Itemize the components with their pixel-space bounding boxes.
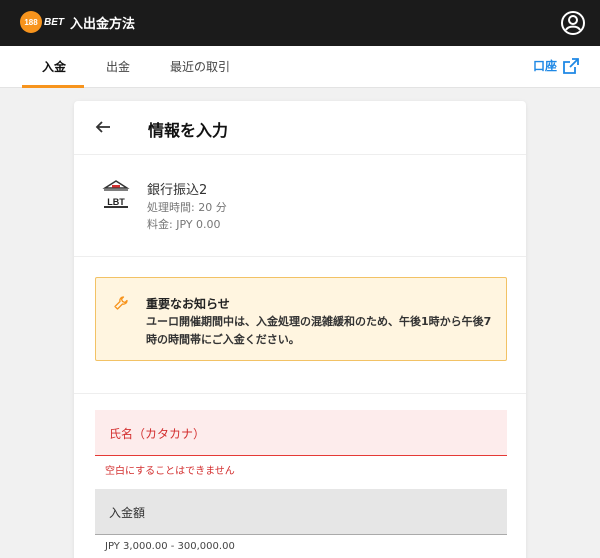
deposit-amount-input[interactable]: 入金額 xyxy=(95,489,507,535)
account-link[interactable]: 口座 xyxy=(533,57,579,74)
name-katakana-input[interactable]: 氏名（カタカナ） xyxy=(95,410,507,456)
back-arrow-icon[interactable] xyxy=(94,118,112,136)
important-notice: 重要なお知らせ ユーロ開催期間中は、入金処理の混雑緩和のため、午後1時から午後7… xyxy=(95,277,507,361)
card-header: 情報を入力 xyxy=(74,101,526,155)
card-title: 情報を入力 xyxy=(148,121,229,140)
payment-method: LBT 銀行振込2 処理時間: 20 分 料金: JPY 0.00 xyxy=(74,155,526,257)
name-error-message: 空白にすることはできません xyxy=(105,466,235,477)
wrench-icon xyxy=(114,296,128,310)
bank-icon-label: LBT xyxy=(107,197,125,207)
deposit-amount-range: JPY 3,000.00 - 300,000.00 xyxy=(105,541,235,552)
active-tab-indicator xyxy=(22,85,84,88)
top-bar: 188 BET 入出金方法 xyxy=(0,0,600,46)
tab-withdraw[interactable]: 出金 xyxy=(106,58,130,75)
logo-text: BET xyxy=(44,16,64,28)
external-link-icon xyxy=(563,57,579,74)
deposit-amount-label: 入金額 xyxy=(109,506,146,520)
tab-deposit[interactable]: 入金 xyxy=(42,58,66,75)
brand-logo[interactable]: 188 BET xyxy=(20,11,64,33)
account-link-label: 口座 xyxy=(533,59,558,73)
page-title: 入出金方法 xyxy=(70,17,136,32)
notice-body: ユーロ開催期間中は、入金処理の混雑緩和のため、午後1時から午後7時の時間帯にご入… xyxy=(146,315,492,346)
deposit-form-card: 情報を入力 LBT 銀行振込2 処理時間: 20 分 料金: JPY 0.00 … xyxy=(74,101,526,558)
section-divider xyxy=(74,393,526,394)
method-name: 銀行振込2 xyxy=(147,183,208,198)
processing-time: 処理時間: 20 分 xyxy=(147,201,227,214)
tab-bar: 入金 出金 最近の取引 口座 xyxy=(0,46,600,88)
user-account-icon[interactable] xyxy=(560,10,586,36)
name-katakana-label: 氏名（カタカナ） xyxy=(109,427,206,441)
method-fee: 料金: JPY 0.00 xyxy=(147,218,221,231)
tab-recent-transactions[interactable]: 最近の取引 xyxy=(170,58,230,75)
logo-mark: 188 xyxy=(20,11,42,33)
notice-title: 重要なお知らせ xyxy=(146,297,230,311)
